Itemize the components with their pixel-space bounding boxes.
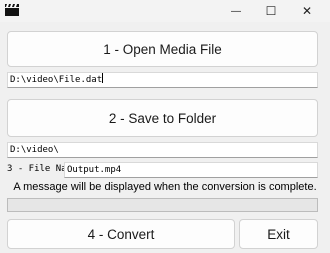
input-file-path-field[interactable]: D:\video\File.dat xyxy=(7,72,318,88)
file-name-value: Output.mp4 xyxy=(67,165,122,175)
open-media-file-label: 1 - Open Media File xyxy=(103,41,222,57)
exit-label: Exit xyxy=(267,226,290,242)
maximize-icon: ☐ xyxy=(265,4,277,18)
minimize-button[interactable]: — xyxy=(219,0,253,22)
minimize-icon: — xyxy=(231,5,241,17)
exit-button[interactable]: Exit xyxy=(239,219,318,249)
save-to-folder-button[interactable]: 2 - Save to Folder xyxy=(7,99,318,137)
convert-label: 4 - Convert xyxy=(87,226,155,242)
output-folder-value: D:\video\ xyxy=(10,145,59,155)
conversion-progress-bar xyxy=(7,198,318,212)
close-button[interactable]: ✕ xyxy=(290,0,324,22)
title-bar[interactable]: — ☐ ✕ xyxy=(0,0,330,22)
clapperboard-icon xyxy=(5,4,19,16)
open-media-file-button[interactable]: 1 - Open Media File xyxy=(7,31,318,67)
status-message: A message will be displayed when the con… xyxy=(13,181,317,193)
file-name-field[interactable]: Output.mp4 xyxy=(64,162,318,178)
close-icon: ✕ xyxy=(301,4,313,18)
convert-button[interactable]: 4 - Convert xyxy=(7,219,235,249)
file-name-label: 3 - File Name xyxy=(7,164,67,174)
output-folder-field[interactable]: D:\video\ xyxy=(7,142,318,158)
input-file-path-value: D:\video\File.dat xyxy=(10,75,103,85)
text-cursor xyxy=(102,73,104,83)
save-to-folder-label: 2 - Save to Folder xyxy=(108,110,217,126)
maximize-button[interactable]: ☐ xyxy=(254,0,288,22)
